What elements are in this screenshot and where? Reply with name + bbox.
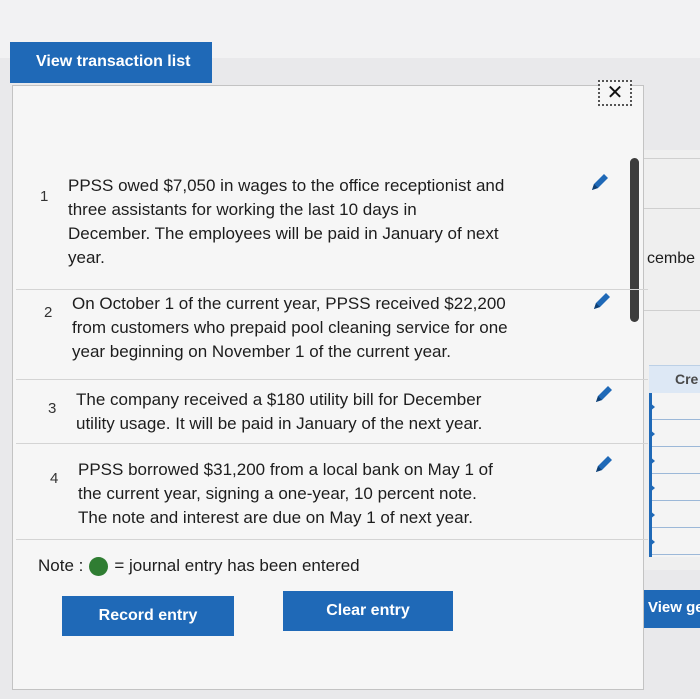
- close-icon[interactable]: ✕: [598, 80, 632, 106]
- credit-cell[interactable]: [649, 393, 700, 420]
- transaction-number: 3: [48, 400, 57, 417]
- legend-note: Note : = journal entry has been entered: [38, 556, 360, 576]
- entered-dot-icon: [89, 556, 109, 576]
- credit-cell[interactable]: [649, 447, 700, 474]
- transaction-number: 2: [44, 304, 53, 321]
- credit-cell[interactable]: [649, 528, 700, 555]
- view-transaction-list-tab[interactable]: View transaction list: [10, 42, 212, 83]
- pencil-icon[interactable]: [593, 383, 615, 405]
- record-entry-button[interactable]: Record entry: [62, 596, 234, 636]
- background-credit-header: Cre: [649, 365, 700, 393]
- background-cembe-text: cembe: [647, 250, 696, 267]
- transaction-row-4: 4 PPSS borrowed $31,200 from a local ban…: [16, 444, 648, 540]
- transaction-number: 1: [40, 188, 49, 205]
- background-credit-column: [649, 393, 700, 557]
- credit-cell[interactable]: [649, 501, 700, 528]
- pencil-icon[interactable]: [589, 171, 611, 193]
- transaction-row-2: 2 On October 1 of the current year, PPSS…: [16, 290, 648, 380]
- background-form-panel: cembe Cre: [640, 150, 700, 570]
- clear-entry-button[interactable]: Clear entry: [283, 591, 453, 631]
- transaction-description: The company received a $180 utility bill…: [76, 390, 483, 433]
- transaction-description: PPSS borrowed $31,200 from a local bank …: [78, 460, 493, 527]
- transaction-number: 4: [50, 470, 59, 487]
- credit-cell[interactable]: [649, 474, 700, 501]
- note-label: Note :: [38, 556, 84, 575]
- credit-cell[interactable]: [649, 420, 700, 447]
- transaction-description: On October 1 of the current year, PPSS r…: [72, 294, 508, 361]
- transaction-row-3: 3 The company received a $180 utility bi…: [16, 380, 648, 444]
- transaction-description: PPSS owed $7,050 in wages to the office …: [68, 176, 505, 267]
- pencil-icon[interactable]: [591, 290, 613, 312]
- note-text: = journal entry has been entered: [114, 556, 360, 575]
- transaction-row-1: 1 PPSS owed $7,050 in wages to the offic…: [16, 168, 648, 290]
- pencil-icon[interactable]: [593, 453, 615, 475]
